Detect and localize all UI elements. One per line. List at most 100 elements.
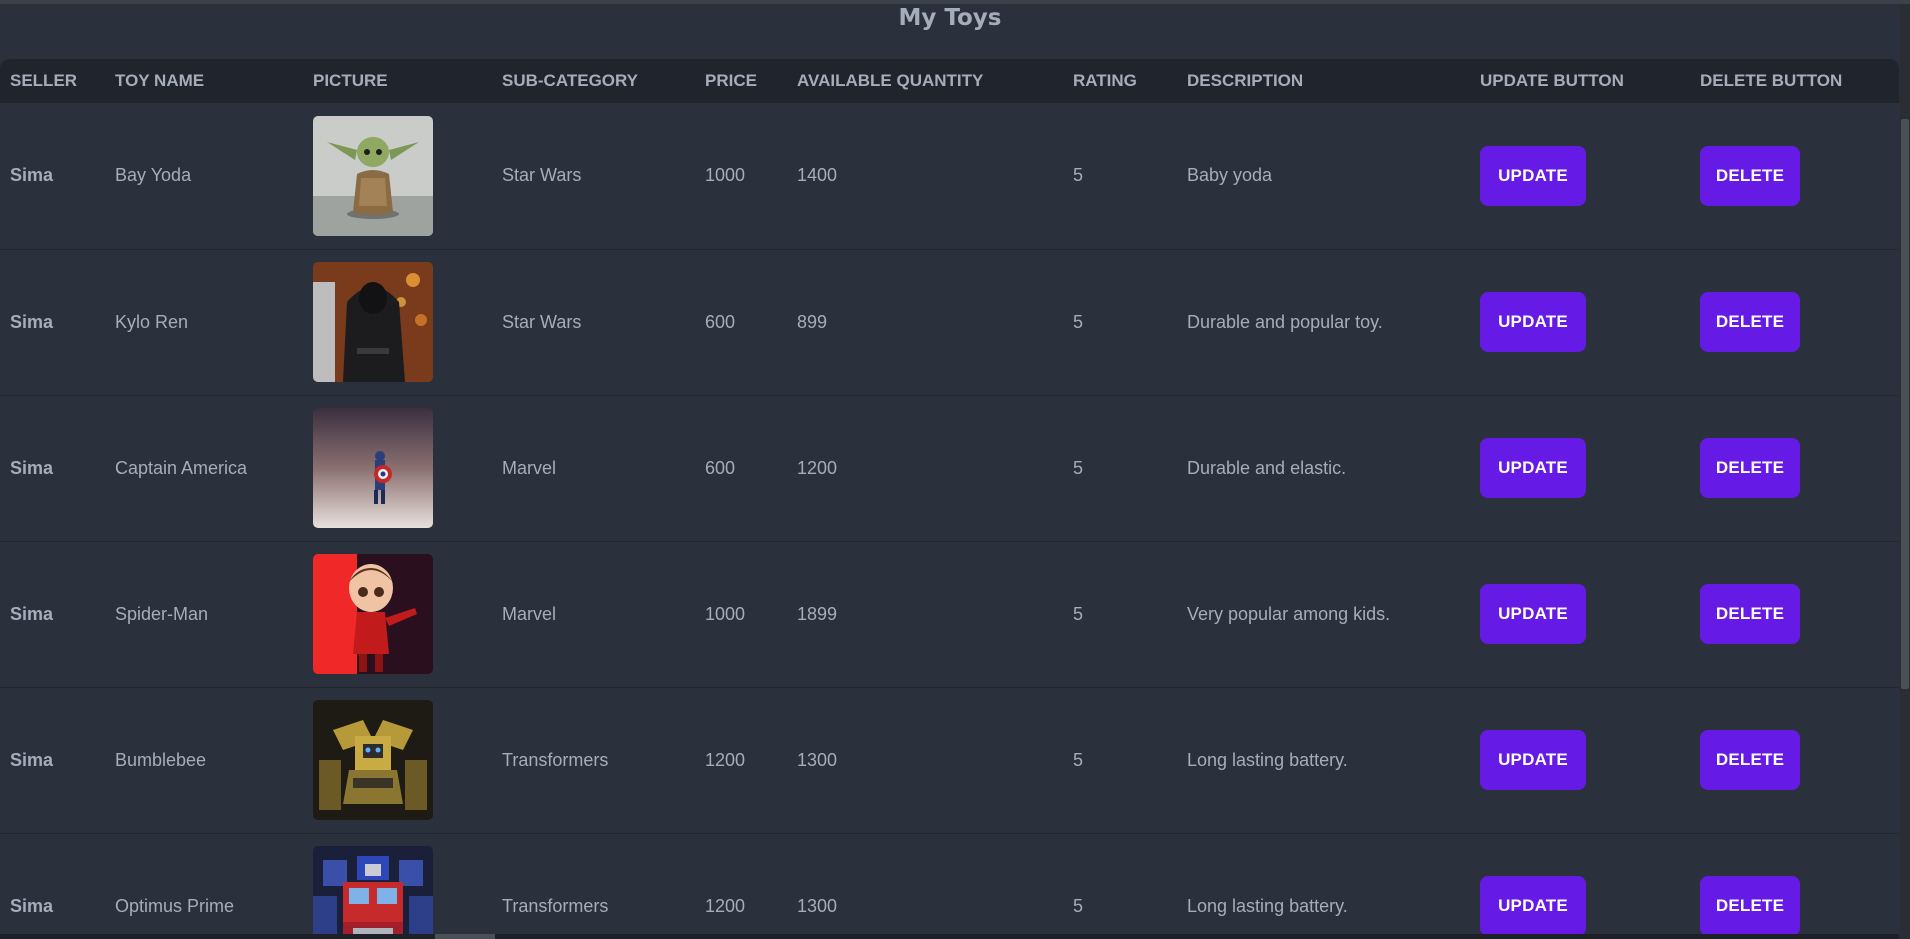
delete-cell: DELETE bbox=[1690, 395, 1899, 541]
toy-name-cell: Bay Yoda bbox=[115, 165, 192, 186]
delete-button[interactable]: DELETE bbox=[1700, 292, 1800, 352]
table-header-row: SELLER TOY NAME PICTURE SUB-CATEGORY PRI… bbox=[0, 59, 1899, 103]
delete-cell: DELETE bbox=[1690, 833, 1899, 934]
toy-name-cell: Captain America bbox=[115, 457, 248, 478]
header-price: PRICE bbox=[705, 71, 757, 90]
toy-picture bbox=[313, 115, 433, 236]
header-sub-category: SUB-CATEGORY bbox=[502, 71, 638, 90]
header-available-quantity: AVAILABLE QUANTITY bbox=[797, 71, 984, 90]
vertical-scrollbar-thumb[interactable] bbox=[1901, 119, 1909, 689]
toy-name-cell: Optimus Prime bbox=[115, 895, 235, 916]
delete-cell: DELETE bbox=[1690, 249, 1899, 395]
quantity-cell: 1200 bbox=[797, 457, 838, 478]
update-cell: UPDATE bbox=[1470, 541, 1690, 687]
delete-cell: DELETE bbox=[1690, 103, 1899, 249]
quantity-cell: 1300 bbox=[797, 749, 838, 770]
sub-category-cell: Transformers bbox=[502, 749, 609, 770]
rating-cell: 5 bbox=[1073, 165, 1084, 186]
quantity-cell: 1300 bbox=[797, 895, 838, 916]
rating-cell: 5 bbox=[1073, 603, 1084, 624]
picture-cell bbox=[303, 249, 492, 395]
description-cell: Long lasting battery. bbox=[1187, 895, 1348, 916]
update-button[interactable]: UPDATE bbox=[1480, 876, 1586, 934]
toys-table-container: SELLER TOY NAME PICTURE SUB-CATEGORY PRI… bbox=[0, 59, 1899, 934]
toy-name-cell: Spider-Man bbox=[115, 603, 209, 624]
description-cell: Durable and elastic. bbox=[1187, 457, 1347, 478]
sub-category-cell: Star Wars bbox=[502, 165, 582, 186]
description-cell: Long lasting battery. bbox=[1187, 749, 1348, 770]
table-row: Sima Bumblebee Transformers 1200 1300 5 … bbox=[0, 687, 1899, 833]
update-button[interactable]: UPDATE bbox=[1480, 438, 1586, 498]
rating-cell: 5 bbox=[1073, 457, 1084, 478]
update-button[interactable]: UPDATE bbox=[1480, 292, 1586, 352]
header-update-button: UPDATE BUTTON bbox=[1480, 71, 1624, 90]
picture-cell bbox=[303, 103, 492, 249]
delete-button[interactable]: DELETE bbox=[1700, 730, 1800, 790]
table-row: Sima Spider-Man Marvel 1000 1899 5 Very … bbox=[0, 541, 1899, 687]
update-button[interactable]: UPDATE bbox=[1480, 145, 1586, 206]
delete-button[interactable]: DELETE bbox=[1700, 876, 1800, 934]
price-cell: 1200 bbox=[705, 749, 746, 770]
seller-cell: Sima bbox=[10, 749, 54, 770]
update-cell: UPDATE bbox=[1470, 249, 1690, 395]
description-cell: Baby yoda bbox=[1187, 165, 1273, 186]
quantity-cell: 1400 bbox=[797, 165, 838, 186]
table-row: Sima Bay Yoda Star Wars 1000 1400 5 Baby… bbox=[0, 103, 1899, 249]
picture-cell bbox=[303, 833, 492, 934]
sub-category-cell: Marvel bbox=[502, 457, 557, 478]
header-picture: PICTURE bbox=[313, 71, 388, 90]
header-rating: RATING bbox=[1073, 71, 1137, 90]
toy-picture bbox=[313, 408, 433, 528]
delete-cell: DELETE bbox=[1690, 541, 1899, 687]
seller-cell: Sima bbox=[10, 603, 54, 624]
seller-cell: Sima bbox=[10, 895, 54, 916]
price-cell: 1000 bbox=[705, 165, 746, 186]
vertical-scrollbar[interactable] bbox=[1900, 4, 1910, 939]
picture-cell bbox=[303, 687, 492, 833]
toy-name-cell: Kylo Ren bbox=[115, 311, 189, 332]
header-delete-button: DELETE BUTTON bbox=[1700, 71, 1843, 90]
seller-cell: Sima bbox=[10, 457, 54, 478]
sub-category-cell: Star Wars bbox=[502, 311, 582, 332]
toy-picture bbox=[313, 700, 433, 820]
description-cell: Durable and popular toy. bbox=[1187, 311, 1383, 332]
picture-cell bbox=[303, 395, 492, 541]
horizontal-scrollbar-thumb[interactable] bbox=[435, 934, 495, 939]
quantity-cell: 899 bbox=[797, 311, 828, 332]
rating-cell: 5 bbox=[1073, 895, 1084, 916]
update-cell: UPDATE bbox=[1470, 687, 1690, 833]
toy-picture bbox=[313, 554, 433, 674]
sub-category-cell: Marvel bbox=[502, 603, 557, 624]
update-button[interactable]: UPDATE bbox=[1480, 730, 1586, 790]
toy-picture bbox=[313, 262, 433, 382]
delete-button[interactable]: DELETE bbox=[1700, 438, 1800, 498]
toys-table: SELLER TOY NAME PICTURE SUB-CATEGORY PRI… bbox=[0, 59, 1899, 934]
price-cell: 1000 bbox=[705, 603, 746, 624]
description-cell: Very popular among kids. bbox=[1187, 603, 1391, 624]
price-cell: 600 bbox=[705, 457, 736, 478]
quantity-cell: 1899 bbox=[797, 603, 838, 624]
toy-name-cell: Bumblebee bbox=[115, 749, 207, 770]
page-title: My Toys bbox=[898, 5, 1002, 31]
update-cell: UPDATE bbox=[1470, 833, 1690, 934]
rating-cell: 5 bbox=[1073, 749, 1084, 770]
price-cell: 600 bbox=[705, 311, 736, 332]
sub-category-cell: Transformers bbox=[502, 895, 609, 916]
update-cell: UPDATE bbox=[1470, 103, 1690, 249]
picture-cell bbox=[303, 541, 492, 687]
toy-picture bbox=[313, 846, 433, 934]
delete-button[interactable]: DELETE bbox=[1700, 145, 1800, 206]
horizontal-scrollbar[interactable] bbox=[0, 934, 1899, 939]
header-description: DESCRIPTION bbox=[1187, 71, 1304, 90]
rating-cell: 5 bbox=[1073, 311, 1084, 332]
delete-button[interactable]: DELETE bbox=[1700, 584, 1800, 644]
header-seller: SELLER bbox=[10, 71, 78, 90]
table-row: Sima Kylo Ren Star Wars 600 899 5 Durabl… bbox=[0, 249, 1899, 395]
update-cell: UPDATE bbox=[1470, 395, 1690, 541]
seller-cell: Sima bbox=[10, 311, 54, 332]
update-button[interactable]: UPDATE bbox=[1480, 584, 1586, 644]
seller-cell: Sima bbox=[10, 165, 54, 186]
price-cell: 1200 bbox=[705, 895, 746, 916]
delete-cell: DELETE bbox=[1690, 687, 1899, 833]
table-row: Sima Captain America Marvel 600 1200 5 D… bbox=[0, 395, 1899, 541]
